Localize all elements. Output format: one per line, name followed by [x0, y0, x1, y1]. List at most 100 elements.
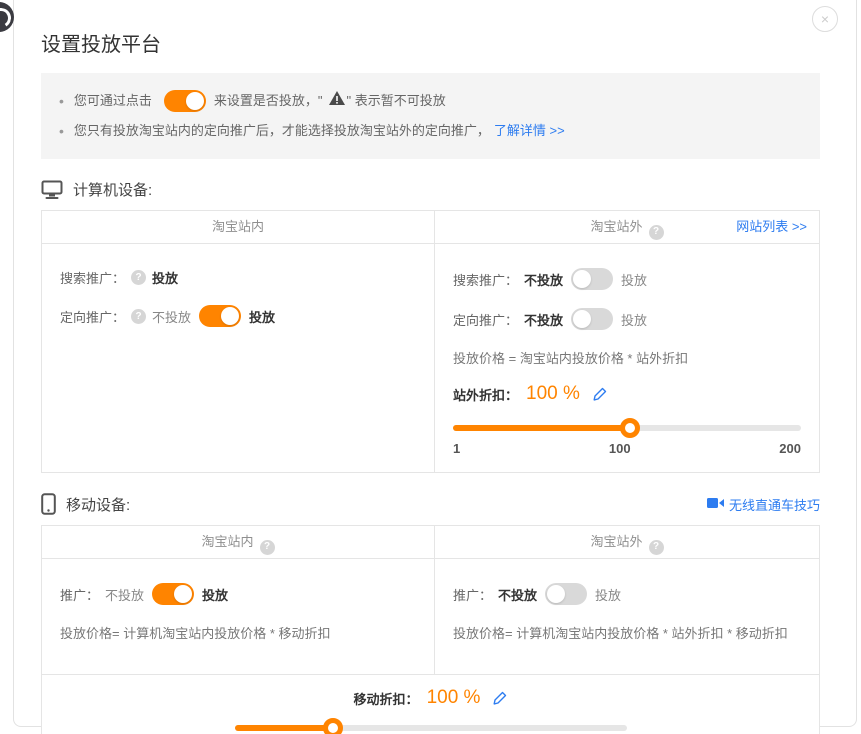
header-label: 淘宝站外: [590, 219, 642, 234]
field-label: 定向推广：: [453, 310, 518, 329]
header-label: 淘宝站外: [590, 534, 642, 549]
mobile-section-header: 移动设备: 无线直通车技巧: [41, 493, 820, 515]
computer-section-header: 计算机设备:: [41, 179, 820, 200]
toggle-off-label: 不投放: [105, 585, 144, 604]
slider-knob[interactable]: [323, 718, 343, 734]
computer-icon: [41, 180, 63, 199]
computer-onsite-targeted-toggle[interactable]: [199, 305, 241, 327]
tick-mid: 100: [609, 441, 631, 456]
help-icon[interactable]: ?: [649, 225, 664, 240]
notice-line-1: • 您可通过点击 来设置是否投放，" " 表示暂不可投放: [59, 86, 802, 116]
help-icon[interactable]: ?: [649, 540, 664, 555]
example-toggle[interactable]: [164, 90, 206, 112]
computer-onsite-header: 淘宝站内: [42, 211, 434, 244]
learn-more-link[interactable]: 了解详情 >>: [494, 116, 565, 146]
toggle-on-label: 投放: [202, 585, 228, 604]
toggle-knob: [573, 270, 591, 288]
computer-onsite-targeted-row: 定向推广： ? 不投放 投放: [60, 305, 416, 327]
slider-fill: [235, 725, 333, 731]
header-label: 淘宝站内: [212, 219, 264, 234]
mobile-section-title: 移动设备:: [66, 494, 130, 515]
wireless-tips-link[interactable]: 无线直通车技巧: [729, 495, 820, 514]
notice-line-2: • 您只有投放淘宝站内的定向推广后，才能选择投放淘宝站外的定向推广， 了解详情 …: [59, 116, 802, 146]
help-icon[interactable]: ?: [131, 309, 146, 324]
mobile-onsite-promo-toggle[interactable]: [152, 583, 194, 605]
notice-text: 您可通过点击: [74, 86, 152, 116]
mobile-onsite-header: 淘宝站内?: [42, 526, 434, 559]
mobile-discount-slider[interactable]: [235, 719, 627, 734]
mobile-offsite-header: 淘宝站外?: [434, 526, 819, 559]
bullet-dot: •: [59, 86, 64, 116]
edit-pencil-icon[interactable]: [592, 387, 607, 402]
computer-offsite-targeted-toggle[interactable]: [571, 308, 613, 330]
mobile-discount-section: 移动折扣： 100 % 1 200 400: [42, 674, 819, 734]
page: × 设置投放平台 • 您可通过点击 来设置是否投放，" " 表示暂不可投放 • …: [0, 0, 861, 734]
bullet-dot: •: [59, 116, 64, 146]
help-icon[interactable]: ?: [260, 540, 275, 555]
toggle-off-label: 不投放: [498, 585, 537, 604]
toggle-on-label: 投放: [621, 310, 647, 329]
page-corner-badge: [0, 2, 14, 32]
edit-pencil-icon[interactable]: [492, 691, 507, 706]
notice-text: " 表示暂不可投放: [347, 86, 446, 116]
slider-knob[interactable]: [620, 418, 640, 438]
toggle-off-label: 不投放: [524, 310, 563, 329]
mobile-onsite-cell: 推广： 不投放 投放 投放价格= 计算机淘宝站内投放价格 * 移动折扣: [42, 559, 434, 674]
dialog-title: 设置投放平台: [41, 28, 820, 57]
discount-label: 移动折扣：: [354, 689, 419, 708]
toggle-on-label: 投放: [621, 270, 647, 289]
help-icon[interactable]: ?: [131, 270, 146, 285]
discount-label: 站外折扣：: [453, 385, 518, 404]
mobile-onsite-promo-row: 推广： 不投放 投放: [60, 583, 416, 605]
field-label: 推广：: [60, 585, 99, 604]
slider-fill: [453, 425, 630, 431]
field-label: 搜索推广：: [60, 268, 125, 287]
tick-max: 200: [779, 441, 801, 456]
field-label: 搜索推广：: [453, 270, 518, 289]
field-label: 定向推广：: [60, 307, 125, 326]
mobile-discount-row: 移动折扣： 100 %: [235, 687, 627, 709]
offsite-discount-value: 100 %: [526, 383, 580, 405]
toggle-knob: [174, 585, 192, 603]
mobile-icon: [41, 493, 56, 515]
toggle-on-label: 投放: [595, 585, 621, 604]
offsite-discount-row: 站外折扣： 100 %: [453, 383, 801, 405]
offsite-price-formula: 投放价格 = 淘宝站内投放价格 * 站外折扣: [453, 348, 801, 367]
wireless-tips[interactable]: 无线直通车技巧: [707, 495, 820, 514]
computer-section-title: 计算机设备:: [73, 179, 152, 200]
computer-offsite-search-toggle[interactable]: [571, 268, 613, 290]
tick-min: 1: [453, 441, 460, 456]
search-status-value: 投放: [152, 268, 178, 287]
toggle-knob: [221, 307, 239, 325]
computer-offsite-targeted-row: 定向推广： 不投放 投放: [453, 308, 801, 330]
notice-text: 来设置是否投放，": [214, 86, 323, 116]
computer-table: 淘宝站内 淘宝站外? 网站列表 >> 搜索推广： ? 投放 定向推广： ? 不投…: [41, 210, 820, 473]
notice-box: • 您可通过点击 来设置是否投放，" " 表示暂不可投放 • 您只有投放淘宝站内…: [41, 73, 820, 159]
mobile-offsite-cell: 推广： 不投放 投放 投放价格= 计算机淘宝站内投放价格 * 站外折扣 * 移动…: [434, 559, 819, 674]
computer-onsite-cell: 搜索推广： ? 投放 定向推广： ? 不投放 投放: [42, 244, 434, 472]
toggle-off-label: 不投放: [524, 270, 563, 289]
header-label: 淘宝站内: [201, 534, 253, 549]
field-label: 推广：: [453, 585, 492, 604]
close-icon[interactable]: ×: [812, 6, 838, 32]
toggle-off-label: 不投放: [152, 307, 191, 326]
mobile-offsite-promo-toggle[interactable]: [545, 583, 587, 605]
delivery-platform-dialog: × 设置投放平台 • 您可通过点击 来设置是否投放，" " 表示暂不可投放 • …: [13, 0, 857, 727]
computer-offsite-cell: 搜索推广： 不投放 投放 定向推广： 不投放 投放 投放价格 = 淘宝站内投放价…: [434, 244, 819, 472]
toggle-knob: [573, 310, 591, 328]
toggle-on-label: 投放: [249, 307, 275, 326]
mobile-onsite-formula: 投放价格= 计算机淘宝站内投放价格 * 移动折扣: [60, 623, 416, 642]
mobile-table: 淘宝站内? 淘宝站外? 推广： 不投放 投放 投放价格= 计算机淘宝站内投放价格…: [41, 525, 820, 734]
computer-offsite-header: 淘宝站外? 网站列表 >>: [434, 211, 819, 244]
video-icon: [707, 497, 724, 512]
computer-offsite-search-row: 搜索推广： 不投放 投放: [453, 268, 801, 290]
computer-onsite-search-row: 搜索推广： ? 投放: [60, 268, 416, 287]
offsite-discount-slider[interactable]: [453, 419, 801, 437]
mobile-discount-value: 100 %: [427, 687, 481, 709]
toggle-knob: [186, 92, 204, 110]
warning-icon: [329, 86, 345, 116]
website-list-link[interactable]: 网站列表 >>: [736, 211, 807, 243]
notice-text: 您只有投放淘宝站内的定向推广后，才能选择投放淘宝站外的定向推广，: [74, 116, 490, 146]
toggle-knob: [547, 585, 565, 603]
mobile-offsite-formula: 投放价格= 计算机淘宝站内投放价格 * 站外折扣 * 移动折扣: [453, 623, 801, 642]
